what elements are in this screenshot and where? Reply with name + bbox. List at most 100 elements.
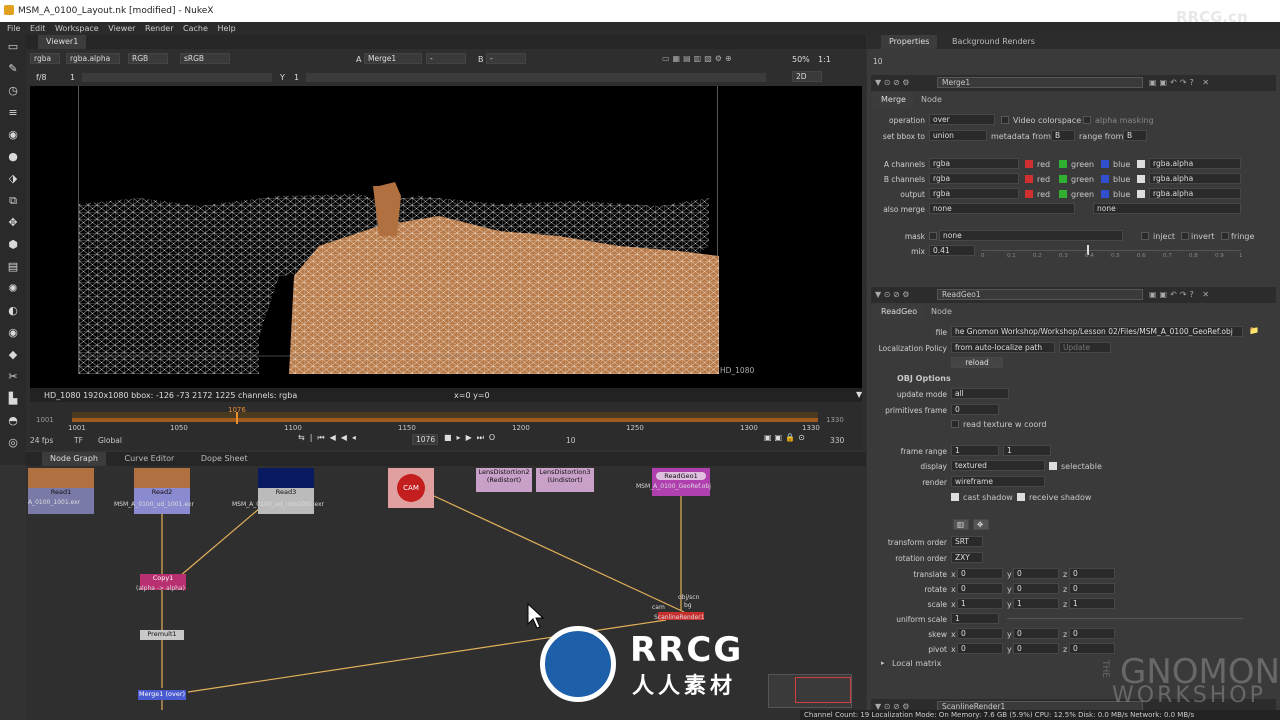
alpha-select[interactable]: rgba.alpha (66, 53, 120, 64)
menu-edit[interactable]: Edit (30, 24, 46, 33)
also-merge-select-2[interactable]: none (1093, 203, 1241, 214)
invert-checkbox[interactable] (1181, 232, 1189, 240)
mask-checkbox[interactable] (929, 232, 937, 240)
lensdistortion3-node[interactable]: LensDistortion3 (Undistort) (536, 468, 594, 492)
pivot-tool-icon[interactable]: ✥ (973, 519, 989, 530)
rotate-y-field[interactable]: 0 (1013, 583, 1059, 594)
a-red-checkbox[interactable] (1025, 160, 1033, 168)
merge-tool-icon[interactable]: ⧉ (6, 194, 20, 208)
frame-field[interactable]: 1 (70, 73, 75, 82)
menu-workspace[interactable]: Workspace (55, 24, 99, 33)
range-select[interactable]: Global (98, 436, 122, 445)
menu-viewer[interactable]: Viewer (108, 24, 135, 33)
mix-slider-track[interactable] (981, 250, 1241, 251)
local-matrix-expander[interactable]: ▸ (881, 659, 885, 667)
selectable-checkbox[interactable] (1049, 462, 1057, 470)
uniform-scale-slider[interactable] (1007, 618, 1243, 619)
readgeo-panel-header[interactable]: ▼ ⊙ ⊘ ⚙ ReadGeo1 ▣▣↶↷? ✕ (871, 287, 1276, 303)
channel-tool-icon[interactable]: ≡ (6, 106, 20, 120)
premult-node[interactable]: Premult1 (140, 630, 184, 640)
read1-node[interactable]: Read1 (28, 468, 94, 514)
camera-node[interactable]: CAM (388, 468, 434, 508)
input-a-select[interactable]: Merge1 (364, 53, 422, 64)
deep-tool-icon[interactable]: ◐ (6, 304, 20, 318)
toolsets-icon[interactable]: ◆ (6, 348, 20, 362)
localization-select[interactable]: from auto-localize path (951, 342, 1055, 353)
channels-select[interactable]: rgba (30, 53, 60, 64)
frame-field-timeline[interactable]: 1076 (412, 434, 438, 445)
mix-field[interactable]: 0.41 (929, 245, 975, 256)
out-red-checkbox[interactable] (1025, 190, 1033, 198)
particles-tool-icon[interactable]: ✺ (6, 282, 20, 296)
frame-range-start[interactable]: 1 (951, 445, 999, 456)
views-tool-icon[interactable]: ▤ (6, 260, 20, 274)
scale-y-field[interactable]: 1 (1013, 598, 1059, 609)
scale-z-field[interactable]: 1 (1069, 598, 1115, 609)
out-alpha-select[interactable]: rgba.alpha (1149, 188, 1241, 199)
merge-node[interactable]: Merge1 (over) (138, 690, 186, 700)
readgeo-name-field[interactable]: ReadGeo1 (937, 289, 1143, 300)
fringe-checkbox[interactable] (1221, 232, 1229, 240)
primitives-frame-field[interactable]: 0 (951, 404, 999, 415)
file-browse-icon[interactable]: 📁 (1249, 326, 1259, 335)
node-graph-navigator[interactable] (768, 674, 852, 708)
zoom-select[interactable]: 50% (792, 55, 810, 64)
colorspace-select[interactable]: sRGB (180, 53, 230, 64)
end-frame-field[interactable]: 330 (830, 436, 844, 445)
b-red-checkbox[interactable] (1025, 175, 1033, 183)
metadata-select[interactable]: B (1051, 130, 1075, 141)
viewer-tab[interactable]: Viewer1 (38, 35, 87, 49)
a-green-checkbox[interactable] (1059, 160, 1067, 168)
furnace-tool-icon[interactable]: ▙ (6, 392, 20, 406)
rotation-order-select[interactable]: ZXY (951, 552, 983, 563)
tab-readgeo-node[interactable]: Node (923, 305, 960, 319)
menu-cache[interactable]: Cache (183, 24, 208, 33)
update-button[interactable]: Update (1059, 342, 1111, 353)
fstop-label[interactable]: f/8 (36, 73, 47, 82)
alpha-masking-checkbox[interactable] (1083, 116, 1091, 124)
rotate-z-field[interactable]: 0 (1069, 583, 1115, 594)
update-mode-select[interactable]: all (951, 388, 1009, 399)
pivot-x-field[interactable]: 0 (957, 643, 1003, 654)
cast-shadow-checkbox[interactable] (951, 493, 959, 501)
step-field[interactable]: 10 (566, 436, 576, 445)
inject-checkbox[interactable] (1141, 232, 1149, 240)
skew-x-field[interactable]: 0 (957, 628, 1003, 639)
video-colorspace-checkbox[interactable] (1001, 116, 1009, 124)
ocula-tool-icon[interactable]: ◓ (6, 414, 20, 428)
fps-select[interactable]: 24 fps (30, 436, 53, 445)
also-merge-select[interactable]: none (929, 203, 1075, 214)
tab-merge-node[interactable]: Node (913, 93, 950, 107)
gamma-field[interactable]: 1 (294, 73, 299, 82)
transform-tool-icon[interactable]: ✥ (6, 216, 20, 230)
receive-shadow-checkbox[interactable] (1017, 493, 1025, 501)
menu-help[interactable]: Help (217, 24, 235, 33)
b-alpha-select[interactable]: rgba.alpha (1149, 173, 1241, 184)
tab-readgeo[interactable]: ReadGeo (873, 305, 926, 319)
other-tool-icon[interactable]: ✂ (6, 370, 20, 384)
pivot-z-field[interactable]: 0 (1069, 643, 1115, 654)
mask-select[interactable]: none (939, 230, 1123, 241)
max-panels-field[interactable]: 10 (873, 57, 883, 66)
operation-select[interactable]: over (929, 114, 995, 125)
b-alpha-checkbox[interactable] (1137, 175, 1145, 183)
display-select[interactable]: RGB (128, 53, 168, 64)
output-select[interactable]: rgba (929, 188, 1019, 199)
rotate-x-field[interactable]: 0 (957, 583, 1003, 594)
range-select[interactable]: B (1123, 130, 1147, 141)
reload-button[interactable]: reload (951, 357, 1003, 368)
viewer-tool-icons[interactable]: ▭▦▤▥▧⚙⊕ (662, 54, 792, 64)
bbox-select[interactable]: union (929, 130, 987, 141)
b-green-checkbox[interactable] (1059, 175, 1067, 183)
menu-render[interactable]: Render (145, 24, 173, 33)
filter-tool-icon[interactable]: ● (6, 150, 20, 164)
out-alpha-checkbox[interactable] (1137, 190, 1145, 198)
gain-slider[interactable] (82, 73, 272, 82)
input-b-select[interactable]: - (486, 53, 526, 64)
draw-tool-icon[interactable]: ✎ (6, 62, 20, 76)
pivot-y-field[interactable]: 0 (1013, 643, 1059, 654)
gamma-slider[interactable] (306, 73, 766, 82)
viewer-canvas[interactable]: HD_1080 (30, 86, 862, 388)
image-tool-icon[interactable]: ▭ (6, 40, 20, 54)
scale-x-field[interactable]: 1 (957, 598, 1003, 609)
